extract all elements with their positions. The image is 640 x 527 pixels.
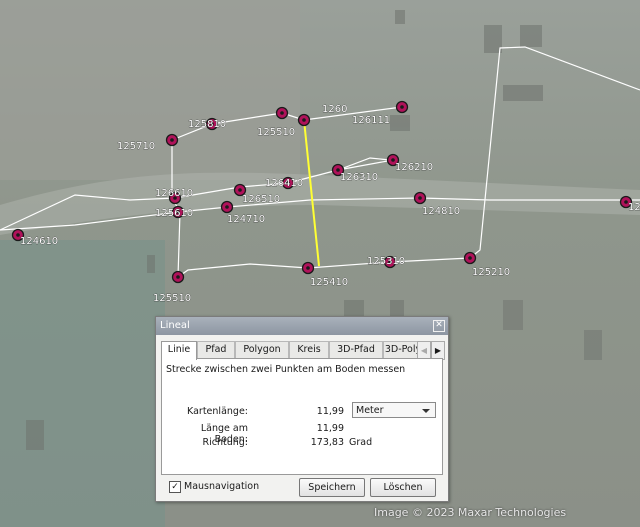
map-field-left bbox=[0, 240, 165, 527]
placemark-label: 125710 bbox=[117, 141, 155, 152]
placemark-dot bbox=[176, 275, 180, 279]
tab-3d-pfad[interactable]: 3D-Pfad bbox=[329, 341, 383, 358]
placemark-label: 125310 bbox=[367, 256, 405, 267]
map-length-label: Kartenlänge: bbox=[187, 406, 248, 417]
tab-panel-linie: Strecke zwischen zwei Punkten am Boden m… bbox=[161, 358, 443, 475]
close-icon[interactable]: ✕ bbox=[433, 320, 445, 332]
unit-select-value: Meter bbox=[356, 405, 384, 416]
mouse-navigation-checkbox[interactable]: ✓ bbox=[169, 481, 181, 493]
placemark-dot bbox=[468, 256, 472, 260]
placemark-p16[interactable]: 125310 bbox=[367, 256, 405, 269]
placemark-dot bbox=[280, 111, 284, 115]
placemark-dot bbox=[225, 205, 229, 209]
placemark-label: 126610 bbox=[155, 188, 193, 199]
tab-linie[interactable]: Linie bbox=[161, 341, 197, 360]
chevron-down-icon bbox=[422, 409, 430, 413]
placemark-label: 126111 bbox=[352, 115, 390, 126]
map-field-top bbox=[0, 0, 300, 180]
placemark-p8[interactable]: 126410 bbox=[265, 176, 303, 190]
placemark-label: 1260 bbox=[322, 104, 347, 115]
dialog-title: Lineal bbox=[160, 320, 190, 331]
placemark-p11[interactable]: 125610 bbox=[155, 205, 193, 220]
placemark-label: 125410 bbox=[310, 277, 348, 288]
placemark-label: 125610 bbox=[155, 208, 193, 219]
placemark-dot bbox=[302, 118, 306, 122]
heading-value: 173,83 bbox=[310, 437, 344, 448]
unit-select[interactable]: Meter bbox=[352, 402, 436, 418]
placemark-label: 126410 bbox=[265, 178, 303, 189]
imagery-credit: Image © 2023 Maxar Technologies bbox=[374, 506, 567, 519]
placemark-dot bbox=[238, 188, 242, 192]
save-button[interactable]: Speichern bbox=[299, 478, 365, 497]
dialog-footer: ✓ Mausnavigation Speichern Löschen bbox=[161, 477, 443, 497]
tab-polygon[interactable]: Polygon bbox=[235, 341, 289, 358]
measure-description: Strecke zwischen zwei Punkten am Boden m… bbox=[166, 364, 406, 375]
tab-bar: Linie Pfad Polygon Kreis 3D-Pfad 3D-Poly… bbox=[161, 341, 445, 360]
placemark-p1[interactable]: 125810 bbox=[188, 117, 226, 131]
ground-length-value: 11,99 bbox=[316, 423, 344, 434]
placemark-dot bbox=[170, 138, 174, 142]
delete-button[interactable]: Löschen bbox=[370, 478, 436, 497]
placemark-label: 125510 bbox=[153, 293, 191, 304]
map-bottom-shade bbox=[440, 300, 640, 527]
placemark-label: 124810 bbox=[422, 206, 460, 217]
ruler-dialog: Lineal ✕ Linie Pfad Polygon Kreis 3D-Pfa… bbox=[155, 316, 449, 502]
mouse-navigation-label[interactable]: Mausnavigation bbox=[184, 481, 259, 492]
heading-label: Richtung: bbox=[202, 437, 248, 448]
tab-kreis[interactable]: Kreis bbox=[289, 341, 329, 358]
dialog-titlebar[interactable]: Lineal ✕ bbox=[156, 317, 448, 335]
placemark-label: 125210 bbox=[472, 267, 510, 278]
placemark-label: 126310 bbox=[340, 172, 378, 183]
map-length-value: 11,99 bbox=[316, 406, 344, 417]
placemark-dot bbox=[306, 266, 310, 270]
placemark-dot bbox=[418, 196, 422, 200]
placemark-label: 12 bbox=[628, 202, 640, 213]
placemark-label: 124610 bbox=[20, 236, 58, 247]
placemark-label: 124710 bbox=[227, 214, 265, 225]
placemark-label: 125810 bbox=[188, 119, 226, 130]
tab-pfad[interactable]: Pfad bbox=[197, 341, 235, 358]
placemark-dot bbox=[400, 105, 404, 109]
heading-unit: Grad bbox=[349, 437, 373, 448]
placemark-label: 126510 bbox=[242, 194, 280, 205]
placemark-label: 126210 bbox=[395, 162, 433, 173]
placemark-label: 125510 bbox=[257, 127, 295, 138]
